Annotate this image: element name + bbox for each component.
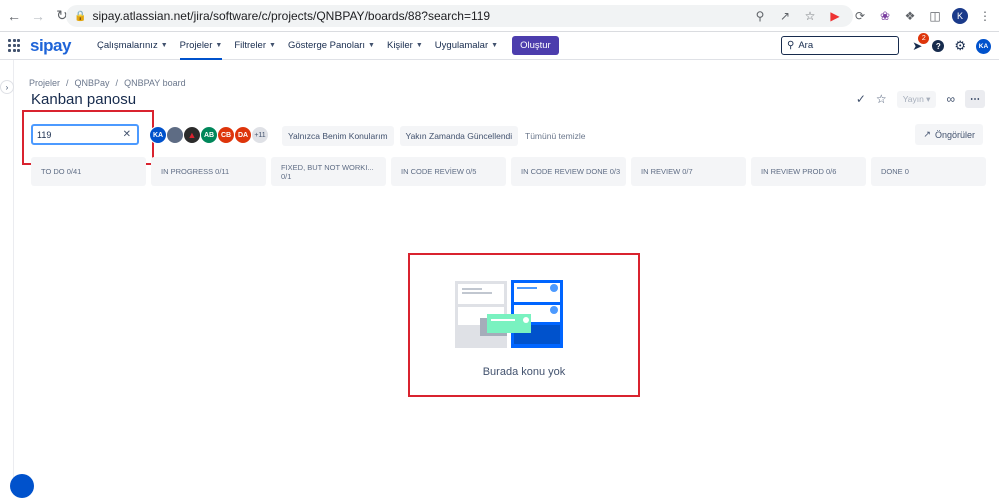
breadcrumb: Projeler / QNBPay / QNBPAY board xyxy=(29,78,186,88)
assignee-filter: KA ▲ AB CB DA +11 xyxy=(149,126,269,144)
menu-label: Gösterge Panoları xyxy=(287,40,366,51)
browser-toolbar: ← → ↻ 🔒 sipay.atlassian.net/jira/softwar… xyxy=(0,0,999,32)
help-fab-icon[interactable] xyxy=(10,474,34,498)
star-icon[interactable]: ☆ xyxy=(799,5,821,27)
menu-filters[interactable]: Filtreler ▼ xyxy=(228,32,282,60)
more-actions-icon[interactable]: ⋯ xyxy=(965,90,985,108)
board-columns: TO DO 0/41 IN PROGRESS 0/11 FIXED, BUT N… xyxy=(31,157,986,186)
breadcrumb-separator: / xyxy=(66,78,69,88)
menu-label: Çalışmalarınız xyxy=(96,40,158,51)
publish-label: Yayın xyxy=(902,93,924,104)
gear-icon[interactable]: ⚙ xyxy=(954,38,966,54)
zoom-icon[interactable]: ⚲ xyxy=(749,5,771,27)
menu-dashboards[interactable]: Gösterge Panoları ▼ xyxy=(282,32,381,60)
main-menu: Çalışmalarınız ▼ Projeler ▼ Filtreler ▼ Gös… xyxy=(91,32,559,60)
breadcrumb-project[interactable]: QNBPay xyxy=(75,78,110,88)
clear-all-button[interactable]: Tümünü temizle xyxy=(525,131,585,141)
column-header[interactable]: FIXED, BUT NOT WORKI... 0/1 xyxy=(271,157,386,186)
insights-button[interactable]: ↗ Öngörüler xyxy=(915,124,983,145)
profile-avatar: K xyxy=(952,8,968,24)
expand-sidebar-icon[interactable]: › xyxy=(0,80,14,94)
breadcrumb-board[interactable]: QNBPAY board xyxy=(124,78,186,88)
empty-board-illustration xyxy=(455,280,563,348)
chart-icon: ↗ xyxy=(923,129,931,139)
extension-red-icon[interactable]: ▶ xyxy=(824,5,846,27)
browser-actions: ⚲ ↗ ☆ ▶ ⟳ ❀ ❖ ◫ K ⋮ xyxy=(749,0,999,32)
url-text: sipay.atlassian.net/jira/software/c/proj… xyxy=(92,9,491,23)
create-button[interactable]: Oluştur xyxy=(512,36,559,55)
quick-filter-recently-updated[interactable]: Yakın Zamanda Güncellendi xyxy=(399,126,519,146)
menu-label: Filtreler xyxy=(234,40,266,51)
puzzle-icon[interactable]: ❖ xyxy=(899,5,921,27)
notifications-button[interactable]: ➤ 2 xyxy=(912,33,930,53)
extension-sync-icon[interactable]: ⟳ xyxy=(849,5,871,27)
board-search-value: 119 xyxy=(37,129,52,140)
empty-state-message: Burada konu yok xyxy=(482,366,566,378)
logo[interactable]: sipay xyxy=(30,36,71,56)
top-navigation: sipay Çalışmalarınız ▼ Projeler ▼ Filtrele… xyxy=(0,32,999,60)
quick-filter-my-issues[interactable]: Yalnızca Benim Konularım xyxy=(282,126,394,146)
column-header[interactable]: TO DO 0/41 xyxy=(31,157,146,186)
menu-people[interactable]: Kişiler ▼ xyxy=(381,32,429,60)
notification-badge: 2 xyxy=(918,33,930,44)
column-header[interactable]: IN PROGRESS 0/11 xyxy=(151,157,266,186)
column-header[interactable]: IN REVIEW PROD 0/6 xyxy=(751,157,866,186)
column-header[interactable]: IN CODE REVIEW DONE 0/3 xyxy=(511,157,626,186)
avatar-overflow[interactable]: +11 xyxy=(251,126,269,144)
profile-button[interactable]: K xyxy=(949,5,971,27)
quick-filters: Yalnızca Benim Konularım Yakın Zamanda G… xyxy=(282,126,519,146)
column-header[interactable]: DONE 0 xyxy=(871,157,986,186)
chevron-down-icon: ▼ xyxy=(368,42,375,49)
automation-icon[interactable]: ✓ xyxy=(856,92,866,106)
search-placeholder: Ara xyxy=(798,40,814,51)
address-bar[interactable]: 🔒 sipay.atlassian.net/jira/software/c/pr… xyxy=(66,5,853,27)
menu-projects[interactable]: Projeler ▼ xyxy=(174,32,229,60)
clear-icon[interactable]: ✕ xyxy=(123,129,131,140)
chevron-down-icon: ▼ xyxy=(269,42,276,49)
forward-icon[interactable]: → xyxy=(28,6,48,26)
breadcrumb-separator: / xyxy=(115,78,119,88)
help-icon[interactable]: ? xyxy=(932,40,945,52)
nav-actions: ➤ 2 ? ⚙ KA xyxy=(912,33,991,54)
menu-your-work[interactable]: Çalışmalarınız ▼ xyxy=(91,32,174,60)
publish-button[interactable]: Yayın ▾ xyxy=(896,90,937,108)
column-header[interactable]: IN REVIEW 0/7 xyxy=(631,157,746,186)
menu-apps[interactable]: Uygulamalar ▼ xyxy=(429,32,504,60)
share-icon[interactable]: ∞ xyxy=(946,92,955,106)
avatar[interactable]: ▲ xyxy=(183,126,201,144)
avatar[interactable]: KA xyxy=(149,126,167,144)
menu-label: Projeler xyxy=(179,40,213,51)
kebab-menu-icon[interactable]: ⋮ xyxy=(974,5,996,27)
back-icon[interactable]: ← xyxy=(4,6,24,26)
share-icon[interactable]: ↗ xyxy=(774,5,796,27)
search-icon: ⚲ xyxy=(787,40,795,51)
page-title: Kanban panosu xyxy=(31,91,137,108)
extension-bug-icon[interactable]: ❀ xyxy=(874,5,896,27)
chevron-down-icon: ▼ xyxy=(160,42,168,49)
column-header[interactable]: IN CODE REVİEW 0/5 xyxy=(391,157,506,186)
sidebar-divider xyxy=(13,60,14,483)
avatar[interactable] xyxy=(166,126,184,144)
breadcrumb-projects[interactable]: Projeler xyxy=(29,78,60,88)
insights-label: Öngörüler xyxy=(934,129,975,140)
board-search-input[interactable]: 119 ✕ xyxy=(31,124,139,145)
search-input[interactable]: ⚲ Ara xyxy=(781,36,899,55)
chevron-down-icon: ▼ xyxy=(215,42,223,49)
avatar[interactable]: CB xyxy=(217,126,235,144)
chevron-down-icon: ▼ xyxy=(415,42,423,49)
chevron-down-icon: ▼ xyxy=(491,42,499,49)
sidepanel-icon[interactable]: ◫ xyxy=(924,5,946,27)
lock-icon: 🔒 xyxy=(74,10,87,22)
star-icon[interactable]: ☆ xyxy=(876,92,887,106)
menu-label: Kişiler xyxy=(386,40,413,51)
board-actions: ✓ ☆ Yayın ▾ ∞ ⋯ xyxy=(856,90,985,108)
app-switcher-icon[interactable] xyxy=(8,38,22,53)
user-avatar[interactable]: KA xyxy=(976,38,991,54)
avatar[interactable]: DA xyxy=(234,126,252,144)
menu-label: Uygulamalar xyxy=(434,40,489,51)
avatar[interactable]: AB xyxy=(200,126,218,144)
